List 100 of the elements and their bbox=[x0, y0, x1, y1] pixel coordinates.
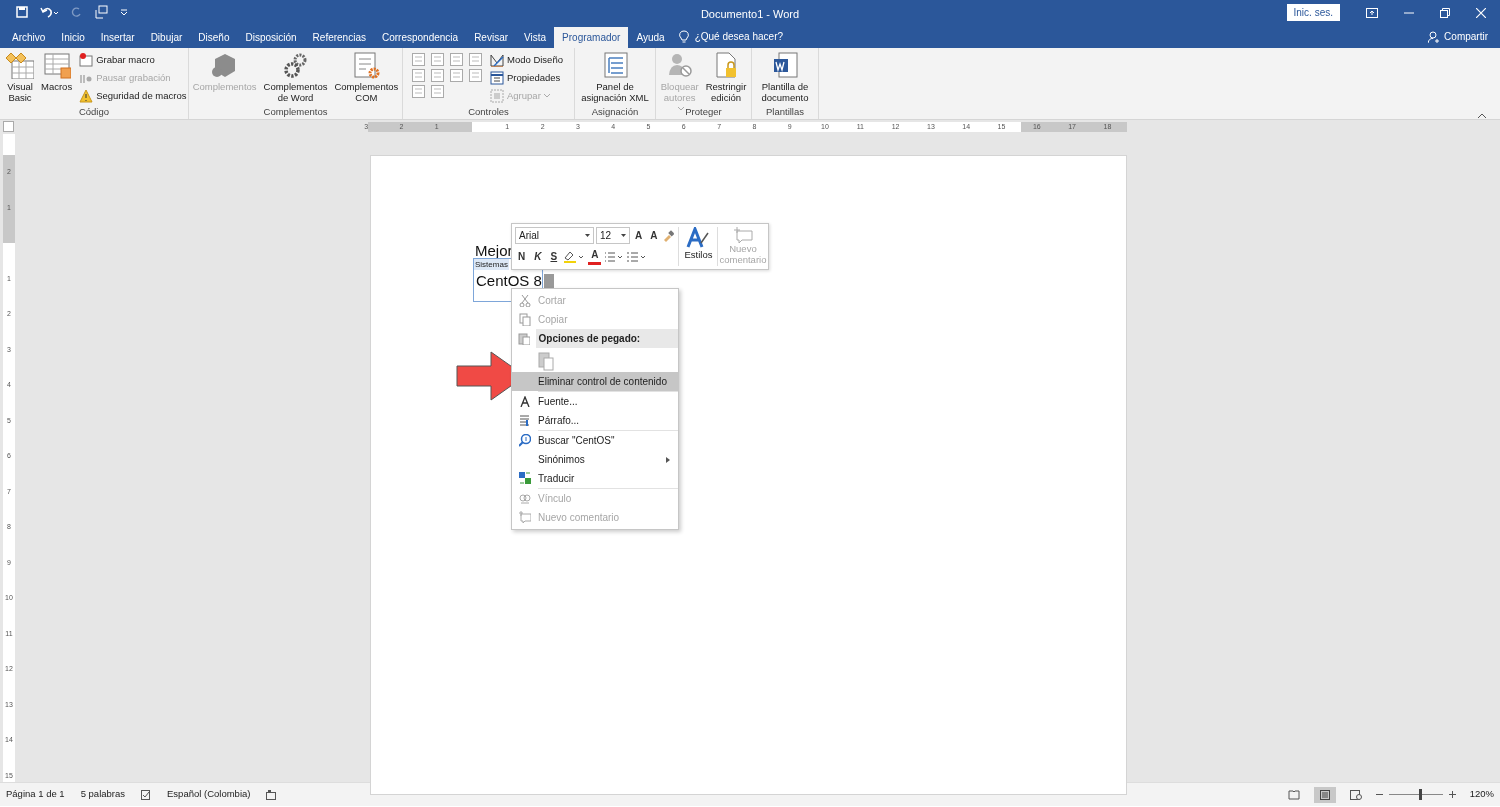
document-text: Mejor bbox=[475, 244, 513, 258]
font-color-button[interactable]: A bbox=[588, 248, 602, 265]
ribbon-display-icon[interactable] bbox=[1366, 7, 1378, 18]
ribbon-tab[interactable]: Inicio bbox=[53, 27, 93, 48]
ribbon-button[interactable]: Panel de asignación XML bbox=[579, 51, 651, 103]
ribbon-icon bbox=[490, 53, 504, 67]
content-control-icon[interactable] bbox=[450, 69, 463, 82]
menu-item[interactable]: Párrafo... bbox=[512, 411, 678, 430]
web-layout-icon[interactable] bbox=[1349, 789, 1362, 800]
ribbon-icon bbox=[771, 51, 799, 79]
ribbon-tab[interactable]: Correspondencia bbox=[373, 27, 467, 48]
content-control-icon[interactable] bbox=[450, 53, 463, 66]
group-label: Asignación bbox=[590, 106, 640, 119]
bullets-icon[interactable] bbox=[604, 250, 625, 263]
sign-in-button[interactable]: Inic. ses. bbox=[1286, 4, 1340, 21]
content-control-icon[interactable] bbox=[431, 85, 444, 98]
proofing-icon[interactable] bbox=[141, 789, 151, 800]
window-title: Documento1 - Word bbox=[700, 7, 800, 22]
content-control-icon[interactable] bbox=[469, 53, 482, 66]
ribbon-button[interactable]: Plantilla de documento bbox=[756, 51, 814, 103]
ribbon-button[interactable]: Propiedades bbox=[488, 69, 565, 87]
paragraph-icon bbox=[519, 414, 531, 427]
close-icon[interactable] bbox=[1476, 7, 1486, 18]
menu-section-header: Opciones de pegado: bbox=[536, 329, 678, 348]
ribbon-tab[interactable]: Ayuda bbox=[628, 27, 673, 48]
menu-item[interactable]: Traducir bbox=[512, 469, 678, 488]
word-count[interactable]: 5 palabras bbox=[80, 787, 125, 802]
content-control-icon[interactable] bbox=[431, 53, 444, 66]
comment-icon bbox=[732, 227, 753, 243]
format-painter-icon[interactable] bbox=[662, 229, 675, 242]
font-size-field[interactable]: 12 bbox=[596, 227, 630, 244]
group-label: Complementos bbox=[262, 106, 329, 119]
lightbulb-icon[interactable] bbox=[678, 29, 689, 44]
content-control-icon[interactable] bbox=[412, 69, 425, 82]
group-label: Controles bbox=[467, 106, 510, 119]
shrink-font-button[interactable]: A bbox=[647, 228, 661, 243]
font-field[interactable]: Arial bbox=[515, 227, 594, 244]
read-mode-icon[interactable] bbox=[1287, 789, 1300, 800]
content-control-icon[interactable] bbox=[431, 69, 444, 82]
menu-item[interactable]: Sinónimos bbox=[512, 450, 678, 469]
numbering-icon[interactable] bbox=[627, 250, 648, 263]
zoom-in-icon[interactable] bbox=[1448, 791, 1456, 798]
ribbon-tab[interactable]: Programador bbox=[554, 27, 629, 48]
menu-item[interactable]: Eliminar control de contenido bbox=[512, 372, 678, 391]
content-control-handle[interactable] bbox=[543, 274, 554, 288]
share-person-icon[interactable] bbox=[1428, 30, 1441, 43]
group-label: Código bbox=[77, 106, 111, 119]
touch-mode-icon[interactable] bbox=[94, 5, 108, 19]
ribbon-button[interactable]: Modo Diseño bbox=[488, 51, 565, 69]
macro-record-icon[interactable] bbox=[266, 789, 277, 800]
print-layout-button[interactable] bbox=[1313, 786, 1336, 803]
styles-button[interactable]: Estilos bbox=[678, 227, 718, 266]
content-control-icon[interactable] bbox=[412, 85, 425, 98]
ribbon-tab[interactable]: Vista bbox=[516, 27, 555, 48]
highlight-icon[interactable] bbox=[563, 250, 586, 263]
zoom-out-icon[interactable] bbox=[1375, 791, 1383, 798]
restore-icon[interactable] bbox=[1440, 7, 1450, 18]
ribbon-button[interactable]: Seguridad de macros bbox=[77, 87, 189, 105]
ribbon-button[interactable]: Complementos COM bbox=[332, 51, 401, 103]
tab-selector[interactable] bbox=[3, 121, 14, 132]
font-icon bbox=[520, 396, 530, 407]
save-icon[interactable] bbox=[16, 6, 28, 18]
page-count[interactable]: Página 1 de 1 bbox=[6, 787, 65, 802]
ribbon-icon bbox=[352, 51, 381, 79]
ribbon-tab[interactable]: Referencias bbox=[304, 27, 374, 48]
tell-me-field[interactable]: ¿Qué desea hacer? bbox=[694, 29, 784, 44]
ribbon-button[interactable]: Restringir edición bbox=[703, 51, 749, 103]
ribbon-button[interactable]: Grabar macro bbox=[77, 51, 189, 69]
comment-icon bbox=[519, 511, 531, 524]
ribbon-tab[interactable]: Revisar bbox=[466, 27, 517, 48]
clipboard-icon bbox=[518, 332, 530, 345]
content-control-icon[interactable] bbox=[412, 53, 425, 66]
ribbon-tab[interactable]: Disposición bbox=[237, 27, 305, 48]
ribbon-button[interactable]: Complementos de Word bbox=[261, 51, 330, 103]
collapse-ribbon-icon[interactable] bbox=[1478, 113, 1486, 118]
share-button[interactable]: Compartir bbox=[1444, 29, 1488, 44]
ribbon-tab[interactable]: Archivo bbox=[4, 27, 54, 48]
ribbon-icon bbox=[79, 89, 94, 103]
undo-icon[interactable] bbox=[40, 6, 58, 18]
content-control-title[interactable]: Sistemas bbox=[474, 259, 509, 270]
content-control-icon[interactable] bbox=[469, 69, 482, 82]
ribbon-icon bbox=[6, 51, 34, 79]
language-status[interactable]: Español (Colombia) bbox=[167, 787, 251, 802]
document-text: CentOS 8 bbox=[476, 274, 542, 288]
zoom-level[interactable]: 120% bbox=[1469, 787, 1494, 802]
menu-item[interactable]: Buscar "CentOS" bbox=[512, 431, 678, 450]
underline-button[interactable]: S bbox=[547, 249, 561, 264]
redo-icon[interactable] bbox=[70, 6, 82, 18]
ribbon-tab[interactable]: Insertar bbox=[92, 27, 143, 48]
group-label: Plantillas bbox=[765, 106, 805, 119]
ribbon-icon bbox=[490, 89, 504, 103]
ribbon-tab[interactable]: Diseño bbox=[190, 27, 238, 48]
ribbon-icon bbox=[42, 51, 71, 79]
ribbon-button[interactable]: Visual Basic bbox=[4, 51, 36, 103]
copy-icon bbox=[519, 313, 531, 326]
menu-item[interactable]: Fuente... bbox=[512, 392, 678, 411]
ribbon-tab[interactable]: Dibujar bbox=[142, 27, 191, 48]
grow-font-button[interactable]: A bbox=[632, 228, 646, 243]
ribbon-button[interactable]: Macros bbox=[39, 51, 75, 92]
customize-icon[interactable] bbox=[120, 8, 128, 16]
